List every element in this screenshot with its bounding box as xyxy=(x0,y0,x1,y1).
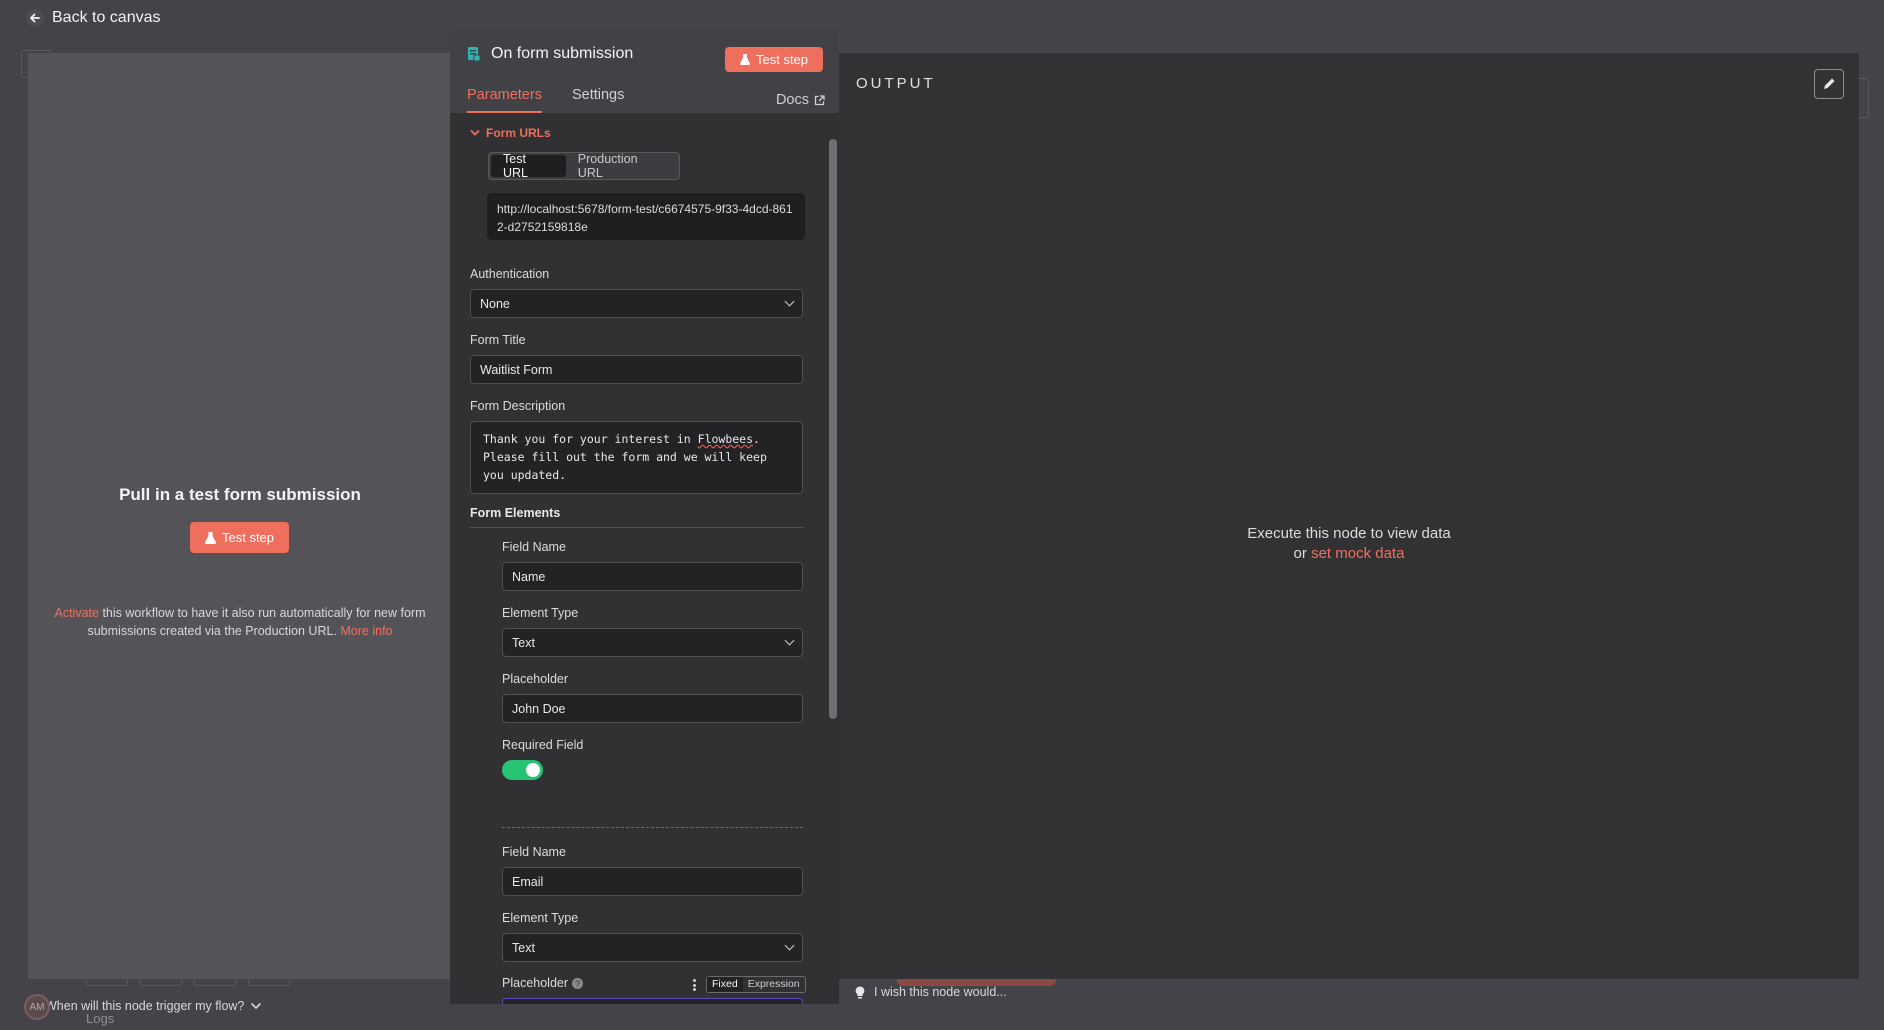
set-mock-data-link[interactable]: set mock data xyxy=(1311,545,1404,562)
required-field-label: Required Field xyxy=(502,738,584,752)
arrow-left-icon xyxy=(26,9,44,27)
options-menu-icon[interactable] xyxy=(693,979,696,991)
flask-icon xyxy=(205,531,216,544)
chevron-down-icon xyxy=(470,129,480,136)
trigger-question-toggle[interactable]: When will this node trigger my flow? xyxy=(45,999,262,1013)
description-text-start: Thank you for your interest in xyxy=(483,432,698,446)
logs-label[interactable]: Logs xyxy=(86,1011,114,1026)
form-url-display[interactable]: http://localhost:5678/form-test/c6674575… xyxy=(487,193,805,240)
input-test-step-label: Test step xyxy=(221,530,275,545)
output-message-line1: Execute this node to view data xyxy=(1247,525,1451,542)
form-urls-section-toggle[interactable]: Form URLs xyxy=(470,126,551,140)
production-url-option[interactable]: Production URL xyxy=(566,152,677,180)
fixed-option[interactable]: Fixed xyxy=(707,977,743,992)
node-tabs: Parameters Settings Docs xyxy=(467,87,825,113)
form-description-textarea[interactable]: Thank you for your interest in Flowbees.… xyxy=(470,421,803,494)
test-url-option[interactable]: Test URL xyxy=(491,152,566,180)
input-panel: Pull in a test form submission Test step… xyxy=(28,53,452,1013)
form-title-value: Waitlist Form xyxy=(480,362,553,377)
field-name-value: Email xyxy=(512,874,544,889)
external-link-icon xyxy=(814,94,825,105)
output-empty-message: Execute this node to view data or set mo… xyxy=(839,524,1859,564)
expression-option[interactable]: Expression xyxy=(743,977,805,992)
placeholder-input[interactable]: John Doe xyxy=(502,694,803,723)
element-type-value: Text xyxy=(512,635,535,650)
field-name-input[interactable]: Email xyxy=(502,867,803,896)
element-type-select[interactable]: Text xyxy=(502,933,803,962)
feedback-text: I wish this node would... xyxy=(874,985,1007,999)
activate-info: Activate this workflow to have it also r… xyxy=(42,604,438,640)
output-title: OUTPUT xyxy=(856,75,936,92)
field-name-label: Field Name xyxy=(502,845,566,859)
field-name-label: Field Name xyxy=(502,540,566,554)
form-elements-title: Form Elements xyxy=(470,506,803,528)
form-title-label: Form Title xyxy=(470,333,526,347)
authentication-value: None xyxy=(480,296,510,311)
required-field-toggle[interactable] xyxy=(502,760,543,780)
back-to-canvas-label: Back to canvas xyxy=(52,9,161,26)
form-title-input[interactable]: Waitlist Form xyxy=(470,355,803,384)
element-type-label: Element Type xyxy=(502,606,579,620)
authentication-select[interactable]: None xyxy=(470,289,803,318)
node-test-step-label: Test step xyxy=(755,52,809,67)
chevron-down-icon xyxy=(251,1002,262,1010)
app-root: Back to canvas Pull in a test form submi… xyxy=(0,0,1884,1030)
chevron-down-icon xyxy=(784,635,795,646)
tab-settings[interactable]: Settings xyxy=(572,87,624,113)
field-name-input[interactable]: Name xyxy=(502,562,803,591)
url-type-switch: Test URL Production URL xyxy=(488,152,680,180)
element-type-select[interactable]: Text xyxy=(502,628,803,657)
docs-label: Docs xyxy=(775,92,809,108)
chevron-down-icon xyxy=(784,940,795,951)
output-or-text: or xyxy=(1293,545,1312,562)
form-node-icon xyxy=(468,47,481,62)
placeholder-value: John Doe xyxy=(512,701,566,716)
output-panel: OUTPUT Execute this node to view data or… xyxy=(839,53,1859,979)
node-title[interactable]: On form submission xyxy=(491,45,633,63)
help-icon[interactable]: ? xyxy=(572,978,584,990)
feedback-prompt[interactable]: I wish this node would... xyxy=(855,985,1007,999)
tab-parameters[interactable]: Parameters xyxy=(467,87,542,113)
field-name-value: Name xyxy=(512,569,546,584)
flask-icon xyxy=(740,54,750,65)
placeholder-label: Placeholder xyxy=(502,672,569,686)
activate-link[interactable]: Activate xyxy=(55,606,99,620)
form-urls-label: Form URLs xyxy=(486,126,551,140)
element-type-value: Text xyxy=(512,940,535,955)
more-info-link[interactable]: More info xyxy=(340,624,392,638)
element-type-label: Element Type xyxy=(502,911,579,925)
edit-output-button[interactable] xyxy=(1814,69,1844,99)
node-parameters-panel: On form submission Test step Parameters … xyxy=(450,29,839,1004)
docs-link[interactable]: Docs xyxy=(776,87,825,113)
input-test-step-button[interactable]: Test step xyxy=(190,522,289,553)
placeholder-label: Placeholder? xyxy=(502,976,584,990)
input-panel-title: Pull in a test form submission xyxy=(119,485,361,504)
node-test-step-button[interactable]: Test step xyxy=(725,47,823,72)
form-description-label: Form Description xyxy=(470,399,566,413)
node-header: On form submission xyxy=(467,45,633,63)
fixed-expression-switch: Fixed Expression xyxy=(706,976,806,993)
avatar[interactable]: AM xyxy=(24,994,50,1020)
placeholder-input[interactable] xyxy=(502,998,803,1004)
authentication-label: Authentication xyxy=(470,267,550,281)
output-message-line2: or set mock data xyxy=(839,544,1859,564)
parameters-scrollbar[interactable] xyxy=(829,139,837,719)
lightbulb-icon xyxy=(855,986,865,998)
element-divider xyxy=(502,827,803,828)
back-to-canvas-button[interactable]: Back to canvas xyxy=(26,9,161,27)
chevron-down-icon xyxy=(784,296,795,307)
trigger-question-label: When will this node trigger my flow? xyxy=(45,999,245,1013)
misspelled-word: Flowbees xyxy=(697,432,754,446)
pencil-icon xyxy=(1824,78,1835,89)
parameters-body: Form URLs Test URL Production URL http:/… xyxy=(450,113,839,1004)
placeholder-label-text: Placeholder xyxy=(502,976,569,990)
